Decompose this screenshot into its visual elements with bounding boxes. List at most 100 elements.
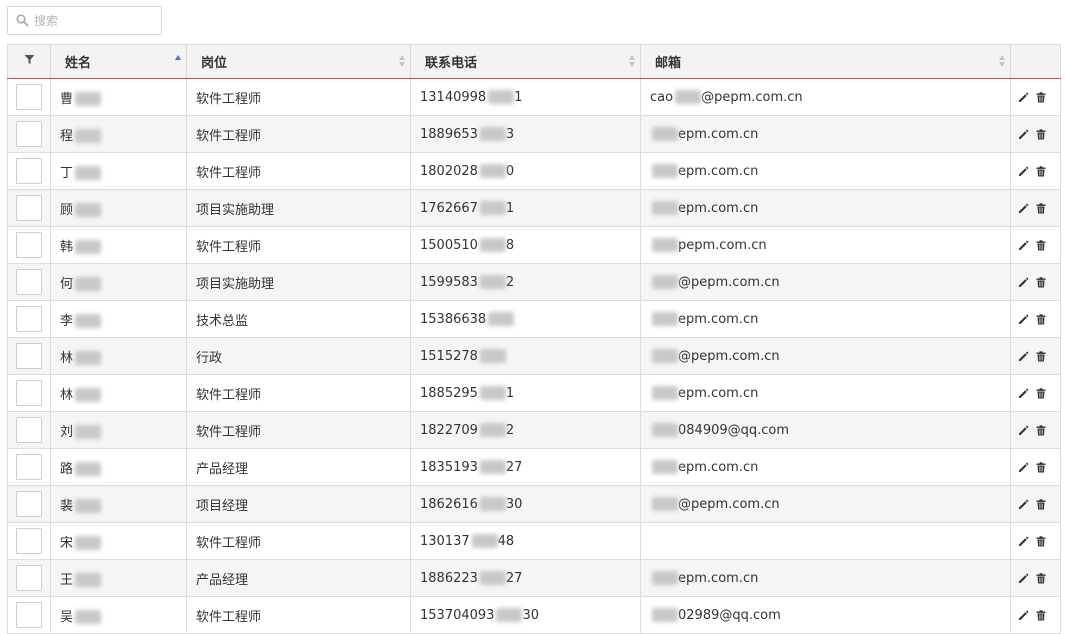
pencil-icon[interactable] — [1018, 203, 1029, 214]
name-text: 林 — [60, 387, 74, 403]
row-select-cell[interactable] — [7, 448, 51, 486]
table-row[interactable]: 曹 软件工程师 13140998 1 cao @pepm.com.cn — [7, 78, 1061, 116]
pencil-icon[interactable] — [1018, 388, 1029, 399]
redacted-mark — [75, 499, 102, 513]
row-select-cell[interactable] — [7, 152, 51, 190]
trash-icon[interactable] — [1036, 461, 1046, 473]
table-row[interactable]: 李 技术总监 15386638 epm.com.cn — [7, 300, 1061, 338]
trash-icon[interactable] — [1036, 535, 1046, 547]
position-text: 项目实施助理 — [196, 202, 275, 218]
row-select-cell[interactable] — [7, 115, 51, 153]
trash-icon[interactable] — [1036, 276, 1046, 288]
table-row[interactable]: 王 产品经理 1886223 27 epm.com.cn — [7, 559, 1061, 597]
pencil-icon[interactable] — [1018, 351, 1029, 362]
row-select-cell[interactable] — [7, 485, 51, 523]
trash-icon[interactable] — [1036, 572, 1046, 584]
trash-icon[interactable] — [1036, 424, 1046, 436]
table-row[interactable]: 吴 软件工程师 153704093 30 02989@qq.com — [7, 596, 1061, 634]
table-row[interactable]: 顾 项目实施助理 1762667 1 epm.com.cn — [7, 189, 1061, 227]
table-row[interactable]: 程 软件工程师 1889653 3 epm.com.cn — [7, 115, 1061, 153]
row-select-cell[interactable] — [7, 300, 51, 338]
column-header-phone[interactable]: 联系电话 — [410, 44, 641, 79]
filter-column-header[interactable] — [7, 44, 51, 79]
table-row[interactable]: 宋 软件工程师 130137 48 — [7, 522, 1061, 560]
row-checkbox[interactable] — [16, 565, 42, 591]
search-input[interactable] — [34, 11, 156, 31]
trash-icon[interactable] — [1036, 165, 1046, 177]
phone-text: 1762667 — [420, 200, 478, 216]
sort-icon[interactable] — [629, 55, 636, 69]
row-select-cell[interactable] — [7, 522, 51, 560]
pencil-icon[interactable] — [1018, 462, 1029, 473]
row-checkbox[interactable] — [16, 491, 42, 517]
table-row[interactable]: 丁 软件工程师 1802028 0 epm.com.cn — [7, 152, 1061, 190]
trash-icon[interactable] — [1036, 313, 1046, 325]
row-checkbox[interactable] — [16, 602, 42, 628]
pencil-icon[interactable] — [1018, 166, 1029, 177]
row-checkbox[interactable] — [16, 269, 42, 295]
row-checkbox[interactable] — [16, 158, 42, 184]
pencil-icon[interactable] — [1018, 314, 1029, 325]
trash-icon[interactable] — [1036, 239, 1046, 251]
column-header-email[interactable]: 邮箱 — [640, 44, 1011, 79]
actions-cell — [1010, 374, 1061, 412]
column-header-actions — [1010, 44, 1061, 79]
pencil-icon[interactable] — [1018, 425, 1029, 436]
row-select-cell[interactable] — [7, 189, 51, 227]
row-select-cell[interactable] — [7, 337, 51, 375]
filter-icon[interactable] — [24, 54, 35, 65]
row-select-cell[interactable] — [7, 411, 51, 449]
row-select-cell[interactable] — [7, 559, 51, 597]
table-row[interactable]: 林 软件工程师 1885295 1 epm.com.cn — [7, 374, 1061, 412]
row-checkbox[interactable] — [16, 121, 42, 147]
row-checkbox[interactable] — [16, 528, 42, 554]
table-row[interactable]: 韩 软件工程师 1500510 8 pepm.com.cn — [7, 226, 1061, 264]
sort-icon[interactable] — [399, 55, 406, 69]
trash-icon[interactable] — [1036, 350, 1046, 362]
email-cell: 084909@qq.com — [640, 411, 1011, 449]
trash-icon[interactable] — [1036, 387, 1046, 399]
search-box[interactable] — [7, 6, 162, 35]
row-checkbox[interactable] — [16, 343, 42, 369]
actions-cell — [1010, 485, 1061, 523]
sort-icon[interactable] — [999, 55, 1006, 69]
row-checkbox[interactable] — [16, 84, 42, 110]
row-select-cell[interactable] — [7, 78, 51, 116]
pencil-icon[interactable] — [1018, 499, 1029, 510]
row-checkbox[interactable] — [16, 380, 42, 406]
pencil-icon[interactable] — [1018, 573, 1029, 584]
column-header-name[interactable]: 姓名 — [50, 44, 187, 79]
row-checkbox[interactable] — [16, 454, 42, 480]
pencil-icon[interactable] — [1018, 92, 1029, 103]
position-text: 产品经理 — [196, 572, 249, 588]
trash-icon[interactable] — [1036, 609, 1046, 621]
table-row[interactable]: 何 项目实施助理 1599583 2 @pepm.com.cn — [7, 263, 1061, 301]
row-select-cell[interactable] — [7, 263, 51, 301]
pencil-icon[interactable] — [1018, 277, 1029, 288]
redacted-mark — [652, 460, 678, 474]
row-select-cell[interactable] — [7, 596, 51, 634]
redacted-mark — [652, 127, 678, 141]
email-cell: pepm.com.cn — [640, 226, 1011, 264]
trash-icon[interactable] — [1036, 202, 1046, 214]
pencil-icon[interactable] — [1018, 536, 1029, 547]
row-checkbox[interactable] — [16, 306, 42, 332]
row-checkbox[interactable] — [16, 195, 42, 221]
row-checkbox[interactable] — [16, 232, 42, 258]
position-text: 软件工程师 — [196, 609, 262, 625]
trash-icon[interactable] — [1036, 498, 1046, 510]
table-row[interactable]: 林 行政 1515278 @pepm.com.cn — [7, 337, 1061, 375]
row-checkbox[interactable] — [16, 417, 42, 443]
row-select-cell[interactable] — [7, 374, 51, 412]
pencil-icon[interactable] — [1018, 610, 1029, 621]
table-row[interactable]: 裴 项目经理 1862616 30 @pepm.com.cn — [7, 485, 1061, 523]
trash-icon[interactable] — [1036, 128, 1046, 140]
table-row[interactable]: 路 产品经理 1835193 27 epm.com.cn — [7, 448, 1061, 486]
pencil-icon[interactable] — [1018, 129, 1029, 140]
trash-icon[interactable] — [1036, 91, 1046, 103]
pencil-icon[interactable] — [1018, 240, 1029, 251]
sort-ascending-icon[interactable] — [175, 55, 182, 69]
table-row[interactable]: 刘 软件工程师 1822709 2 084909@qq.com — [7, 411, 1061, 449]
row-select-cell[interactable] — [7, 226, 51, 264]
column-header-position[interactable]: 岗位 — [186, 44, 411, 79]
